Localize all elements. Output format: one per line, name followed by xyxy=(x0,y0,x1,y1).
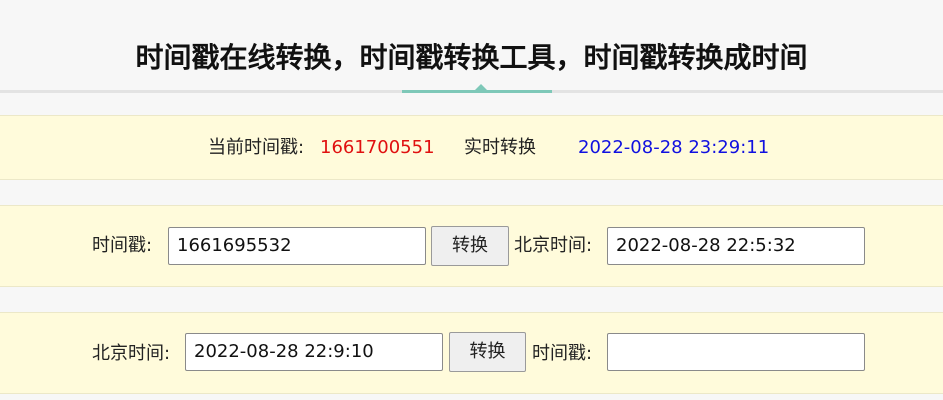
date-to-timestamp-row: 北京时间: 2022-08-28 22:9:10 转换 时间戳: xyxy=(0,312,943,394)
beijing-time-input[interactable]: 2022-08-28 22:9:10 xyxy=(185,333,443,371)
page-title: 时间戳在线转换，时间戳转换工具，时间戳转换成时间 xyxy=(135,41,808,74)
current-timestamp-value: 1661700551 xyxy=(320,137,435,158)
timestamp-to-date-row: 时间戳: 1661695532 转换 北京时间: 2022-08-28 22:5… xyxy=(0,205,943,287)
realtime-datetime-value: 2022-08-28 23:29:11 xyxy=(578,137,770,158)
realtime-convert-label: 实时转换 xyxy=(464,137,536,158)
beijing-time-label: 北京时间: xyxy=(92,343,171,364)
timestamp-input[interactable]: 1661695532 xyxy=(168,227,426,265)
beijing-time-output[interactable]: 2022-08-28 22:5:32 xyxy=(607,227,865,265)
timestamp-label: 时间戳: xyxy=(92,235,153,256)
timestamp-output[interactable] xyxy=(607,333,865,371)
current-timestamp-row: 当前时间戳: 1661700551 实时转换 2022-08-28 23:29:… xyxy=(0,115,943,180)
underline-pointer xyxy=(475,84,487,90)
page-header: 时间戳在线转换，时间戳转换工具，时间戳转换成时间 xyxy=(0,0,943,90)
current-timestamp-label: 当前时间戳: xyxy=(208,137,305,158)
title-underline xyxy=(402,90,552,93)
timestamp-label: 时间戳: xyxy=(532,343,593,364)
beijing-time-label: 北京时间: xyxy=(514,235,593,256)
convert-timestamp-button[interactable]: 转换 xyxy=(431,226,509,266)
convert-date-button[interactable]: 转换 xyxy=(449,332,526,372)
